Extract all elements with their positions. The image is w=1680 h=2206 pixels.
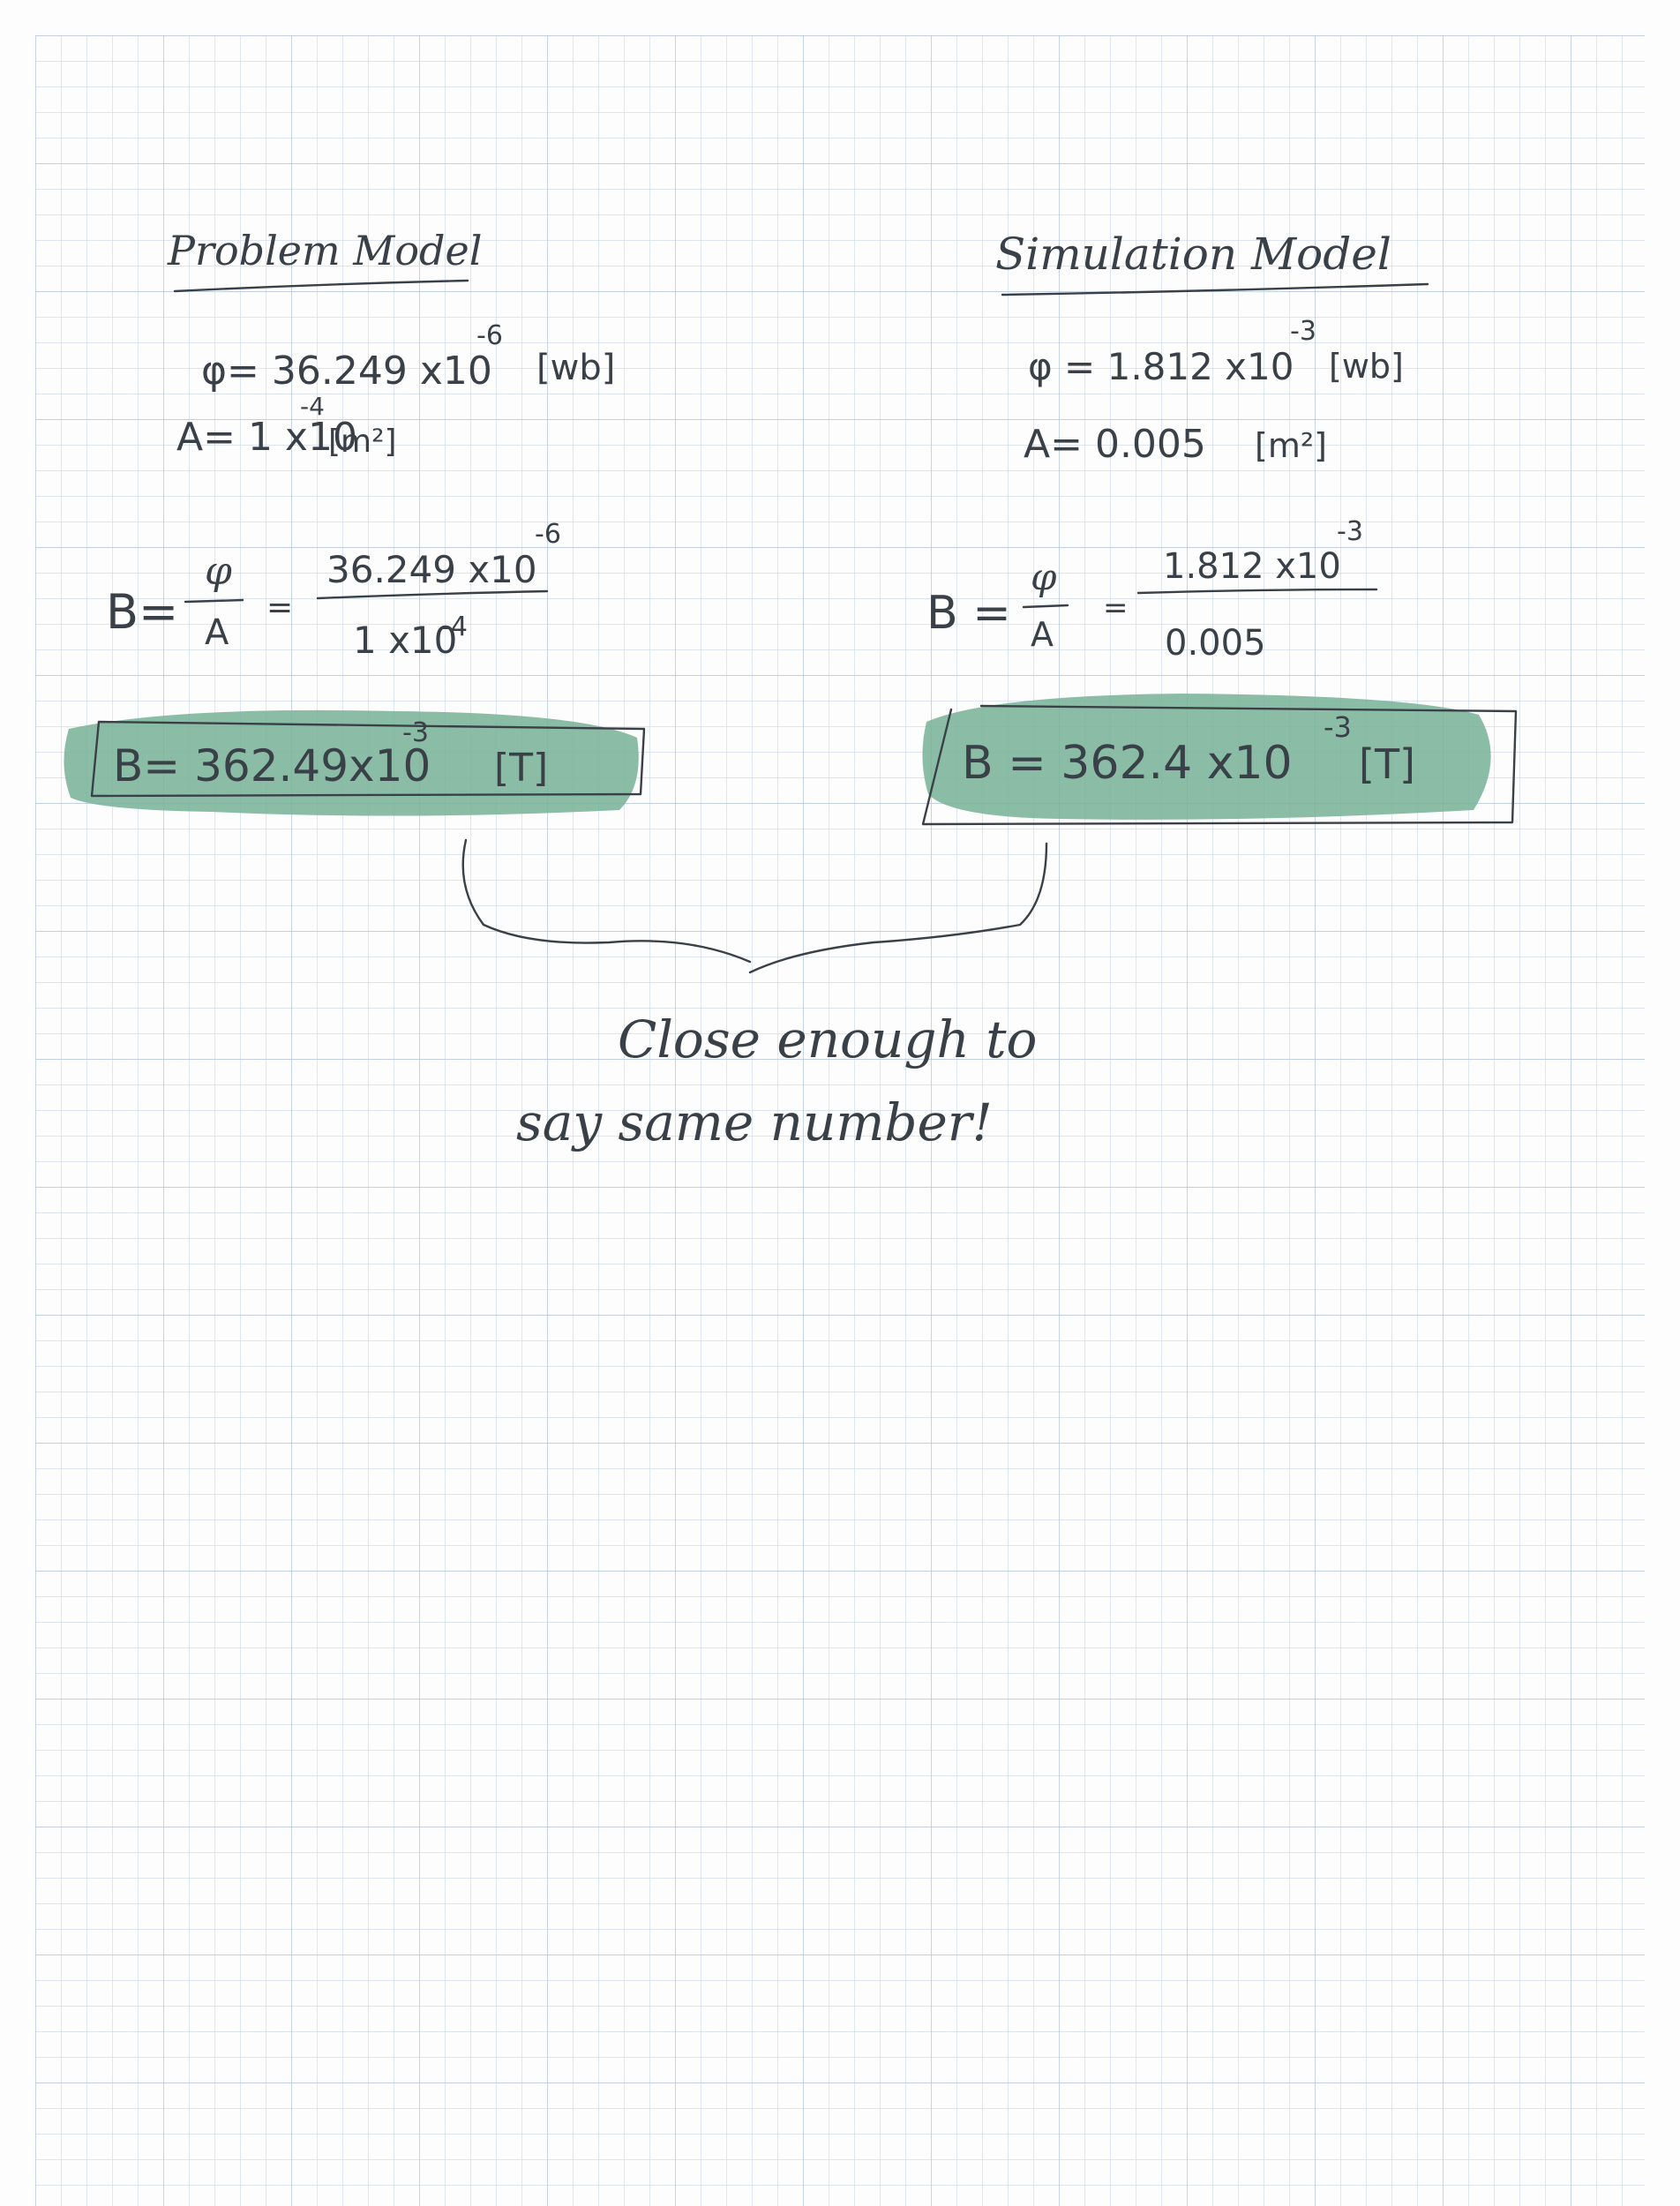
result-exponent: -3 <box>402 717 429 748</box>
bracket-right-arm <box>748 842 1048 974</box>
numerator-value: 1.812 x10 <box>1163 546 1341 587</box>
bracket-left-arm <box>461 838 752 964</box>
fraction-denominator-a: A <box>1031 615 1054 654</box>
numerator-value: 36.249 x10 <box>326 548 537 591</box>
result-value: B = 362.4 x10 <box>962 737 1293 790</box>
area-exponent: -4 <box>300 392 325 421</box>
denominator-value: 0.005 <box>1165 623 1266 664</box>
result-exponent: -3 <box>1324 710 1352 744</box>
phi-exponent: -3 <box>1290 316 1316 347</box>
phi-value: φ= 36.249 x10 <box>201 349 492 394</box>
division-bar <box>1136 588 1378 595</box>
note-line-2: say same number! <box>516 1092 993 1152</box>
fraction-denominator-a: A <box>205 612 229 653</box>
phi-unit: [wb] <box>1329 347 1404 386</box>
problem-model-section: Problem Model φ= 36.249 x10 -6 [wb] A= 1… <box>64 227 646 816</box>
numerator-exponent: -3 <box>1337 516 1363 547</box>
simulation-model-section: Simulation Model φ = 1.812 x10 -3 [wb] A… <box>921 229 1518 826</box>
title-underline <box>173 279 469 293</box>
result-value: B= 362.49x10 <box>113 740 431 792</box>
denominator-exponent: -4 <box>441 612 468 642</box>
phi-unit: [wb] <box>536 348 615 388</box>
fraction-numerator-phi: φ <box>1031 555 1057 598</box>
handwritten-notes: Problem Model φ= 36.249 x10 -6 [wb] A= 1… <box>64 227 1518 1152</box>
numerator-exponent: -6 <box>535 519 561 550</box>
phi-value: φ = 1.812 x10 <box>1028 345 1294 388</box>
conclusion-note: Close enough to say same number! <box>516 1009 1037 1152</box>
note-line-1: Close enough to <box>618 1009 1037 1069</box>
equals-sign: = <box>1103 590 1129 626</box>
area-value: A= 0.005 <box>1024 422 1206 467</box>
title-underline <box>1001 282 1429 296</box>
area-unit: [m²] <box>1255 426 1327 465</box>
result-unit: [T] <box>1359 740 1415 788</box>
fraction-bar <box>1022 604 1069 609</box>
phi-exponent: -6 <box>476 320 503 351</box>
graph-paper-page: Problem Model φ= 36.249 x10 -6 [wb] A= 1… <box>0 0 1680 2206</box>
division-bar <box>316 589 549 600</box>
b-equals: B= <box>106 584 178 640</box>
fraction-bar <box>184 598 244 604</box>
b-equals: B = <box>926 587 1011 640</box>
result-unit: [T] <box>494 746 548 791</box>
equals-sign: = <box>266 589 293 626</box>
fraction-numerator-phi: φ <box>205 549 232 594</box>
area-unit: [m²] <box>328 424 397 460</box>
problem-model-title: Problem Model <box>167 227 482 274</box>
simulation-model-title: Simulation Model <box>995 229 1391 280</box>
